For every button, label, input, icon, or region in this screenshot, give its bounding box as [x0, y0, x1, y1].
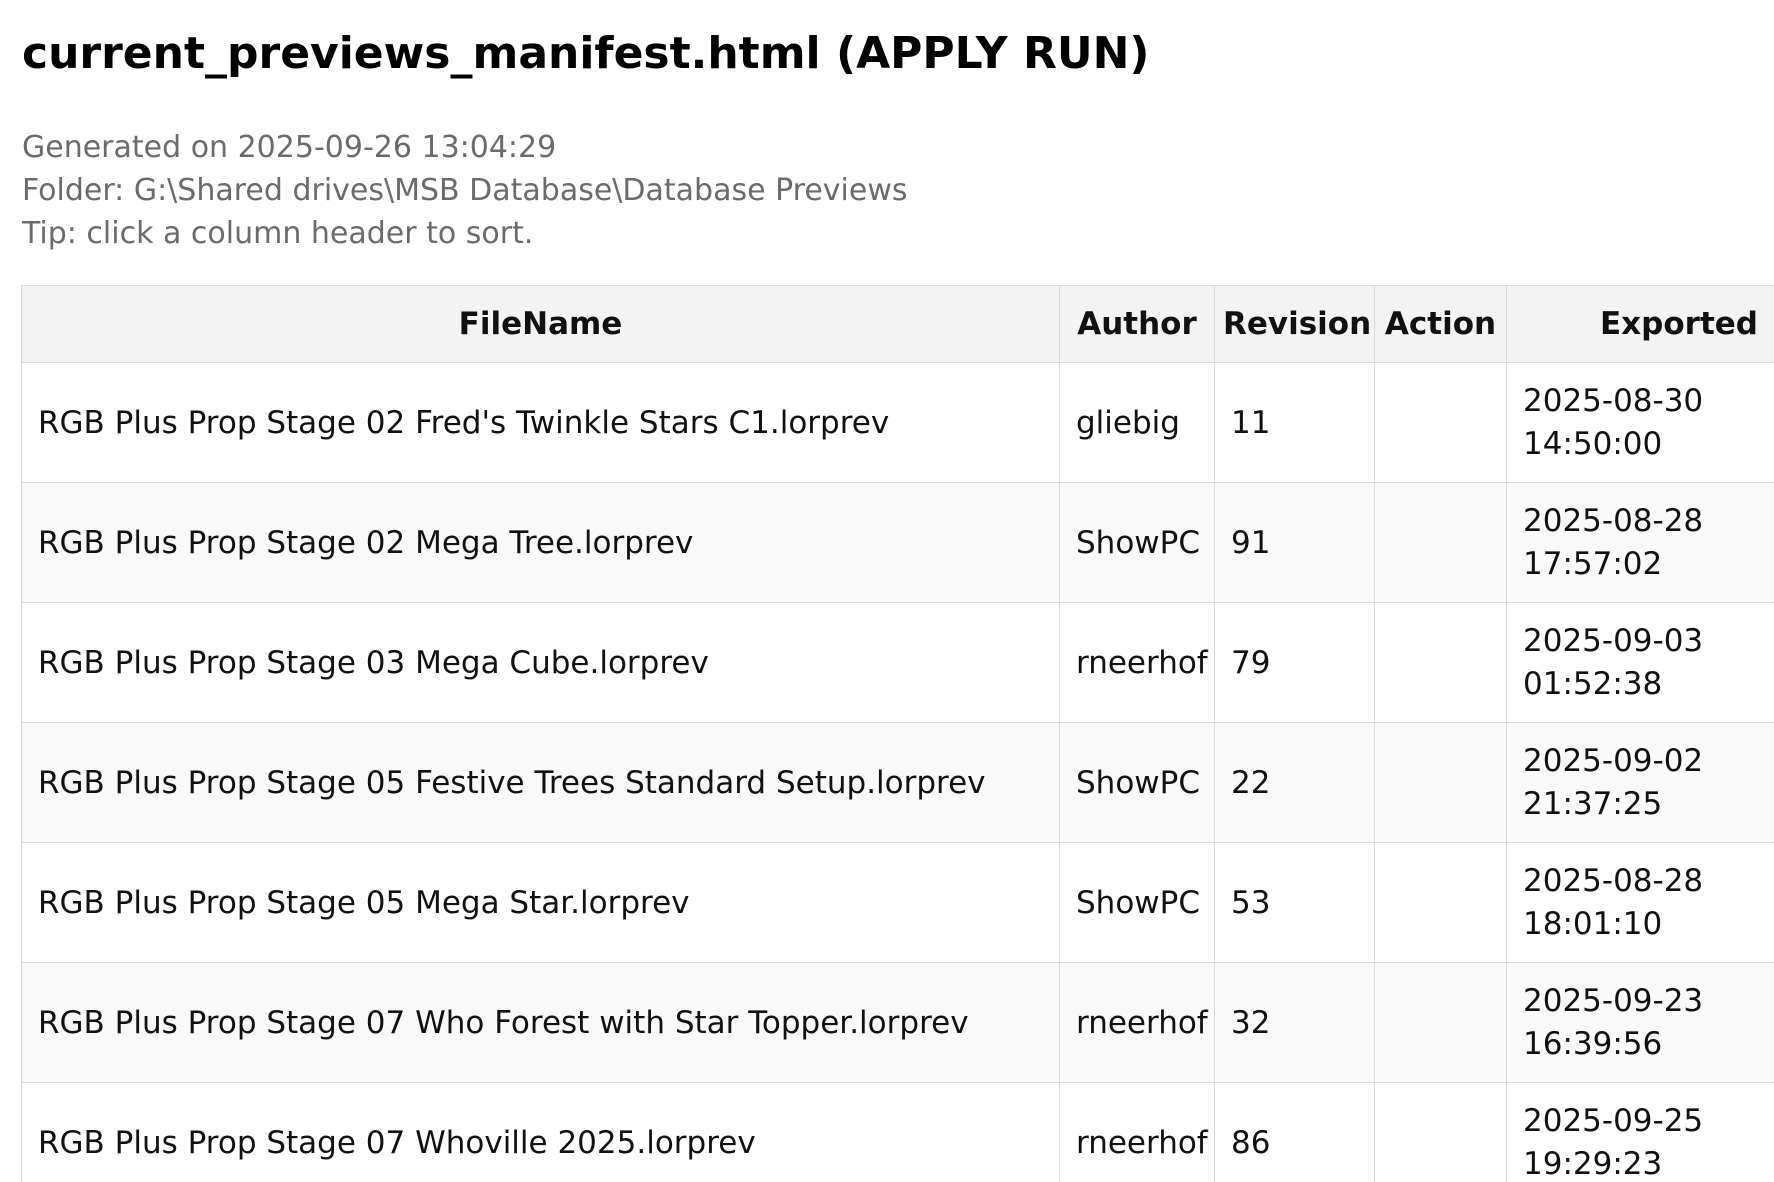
- column-header-exported[interactable]: Exported: [1506, 285, 1774, 363]
- table-row: RGB Plus Prop Stage 02 Fred's Twinkle St…: [21, 362, 1774, 483]
- column-header-author[interactable]: Author: [1059, 285, 1215, 363]
- exported-date: 2025-08-28: [1523, 862, 1704, 899]
- exported-date: 2025-08-28: [1523, 502, 1704, 539]
- table-row: RGB Plus Prop Stage 07 Whoville 2025.lor…: [21, 1082, 1774, 1182]
- cell-author: ShowPC: [1059, 482, 1215, 603]
- cell-action: [1374, 842, 1507, 963]
- page-title: current_previews_manifest.html (APPLY RU…: [22, 28, 1150, 79]
- cell-revision: 22: [1214, 722, 1375, 843]
- cell-author: rneerhof: [1059, 602, 1215, 723]
- cell-author: ShowPC: [1059, 842, 1215, 963]
- exported-time: 19:29:23: [1523, 1145, 1663, 1182]
- column-header-revision[interactable]: Revision: [1214, 285, 1375, 363]
- cell-revision: 79: [1214, 602, 1375, 723]
- cell-filename: RGB Plus Prop Stage 07 Who Forest with S…: [21, 962, 1060, 1083]
- cell-exported: 2025-08-28 18:01:10: [1506, 842, 1774, 963]
- exported-time: 16:39:56: [1523, 1025, 1663, 1062]
- column-header-action[interactable]: Action: [1374, 285, 1507, 363]
- manifest-table: FileName Author Revision Action Exported…: [21, 285, 1774, 1182]
- cell-exported: 2025-08-28 17:57:02: [1506, 482, 1774, 603]
- table-row: RGB Plus Prop Stage 07 Who Forest with S…: [21, 962, 1774, 1083]
- cell-action: [1374, 722, 1507, 843]
- cell-revision: 86: [1214, 1082, 1375, 1182]
- meta-info: Generated on 2025-09-26 13:04:29 Folder:…: [22, 126, 907, 255]
- exported-time: 17:57:02: [1523, 545, 1663, 582]
- exported-date: 2025-09-25: [1523, 1102, 1704, 1139]
- cell-action: [1374, 362, 1507, 483]
- cell-action: [1374, 1082, 1507, 1182]
- cell-filename: RGB Plus Prop Stage 05 Mega Star.lorprev: [21, 842, 1060, 963]
- cell-exported: 2025-08-30 14:50:00: [1506, 362, 1774, 483]
- sort-tip: Tip: click a column header to sort.: [22, 216, 534, 251]
- exported-time: 21:37:25: [1523, 785, 1663, 822]
- cell-revision: 11: [1214, 362, 1375, 483]
- table-row: RGB Plus Prop Stage 03 Mega Cube.lorprev…: [21, 602, 1774, 723]
- column-header-filename[interactable]: FileName: [21, 285, 1060, 363]
- cell-action: [1374, 602, 1507, 723]
- exported-time: 01:52:38: [1523, 665, 1663, 702]
- cell-revision: 53: [1214, 842, 1375, 963]
- cell-author: ShowPC: [1059, 722, 1215, 843]
- exported-time: 18:01:10: [1523, 905, 1663, 942]
- cell-filename: RGB Plus Prop Stage 02 Mega Tree.lorprev: [21, 482, 1060, 603]
- table-row: RGB Plus Prop Stage 05 Festive Trees Sta…: [21, 722, 1774, 843]
- manifest-table-container: FileName Author Revision Action Exported…: [21, 285, 1774, 1182]
- cell-action: [1374, 962, 1507, 1083]
- cell-filename: RGB Plus Prop Stage 07 Whoville 2025.lor…: [21, 1082, 1060, 1182]
- generated-timestamp: Generated on 2025-09-26 13:04:29: [22, 130, 557, 165]
- cell-exported: 2025-09-25 19:29:23: [1506, 1082, 1774, 1182]
- cell-action: [1374, 482, 1507, 603]
- cell-filename: RGB Plus Prop Stage 03 Mega Cube.lorprev: [21, 602, 1060, 723]
- cell-exported: 2025-09-02 21:37:25: [1506, 722, 1774, 843]
- folder-path: Folder: G:\Shared drives\MSB Database\Da…: [22, 173, 908, 208]
- table-row: RGB Plus Prop Stage 05 Mega Star.lorprev…: [21, 842, 1774, 963]
- header-row: FileName Author Revision Action Exported: [21, 285, 1774, 363]
- table-row: RGB Plus Prop Stage 02 Mega Tree.lorprev…: [21, 482, 1774, 603]
- cell-author: gliebig: [1059, 362, 1215, 483]
- exported-date: 2025-09-02: [1523, 742, 1704, 779]
- cell-exported: 2025-09-03 01:52:38: [1506, 602, 1774, 723]
- exported-date: 2025-08-30: [1523, 382, 1704, 419]
- cell-revision: 91: [1214, 482, 1375, 603]
- cell-filename: RGB Plus Prop Stage 02 Fred's Twinkle St…: [21, 362, 1060, 483]
- cell-exported: 2025-09-23 16:39:56: [1506, 962, 1774, 1083]
- cell-filename: RGB Plus Prop Stage 05 Festive Trees Sta…: [21, 722, 1060, 843]
- exported-date: 2025-09-03: [1523, 622, 1704, 659]
- cell-revision: 32: [1214, 962, 1375, 1083]
- cell-author: rneerhof: [1059, 1082, 1215, 1182]
- exported-time: 14:50:00: [1523, 425, 1663, 462]
- page: current_previews_manifest.html (APPLY RU…: [0, 0, 1774, 1182]
- cell-author: rneerhof: [1059, 962, 1215, 1083]
- exported-date: 2025-09-23: [1523, 982, 1704, 1019]
